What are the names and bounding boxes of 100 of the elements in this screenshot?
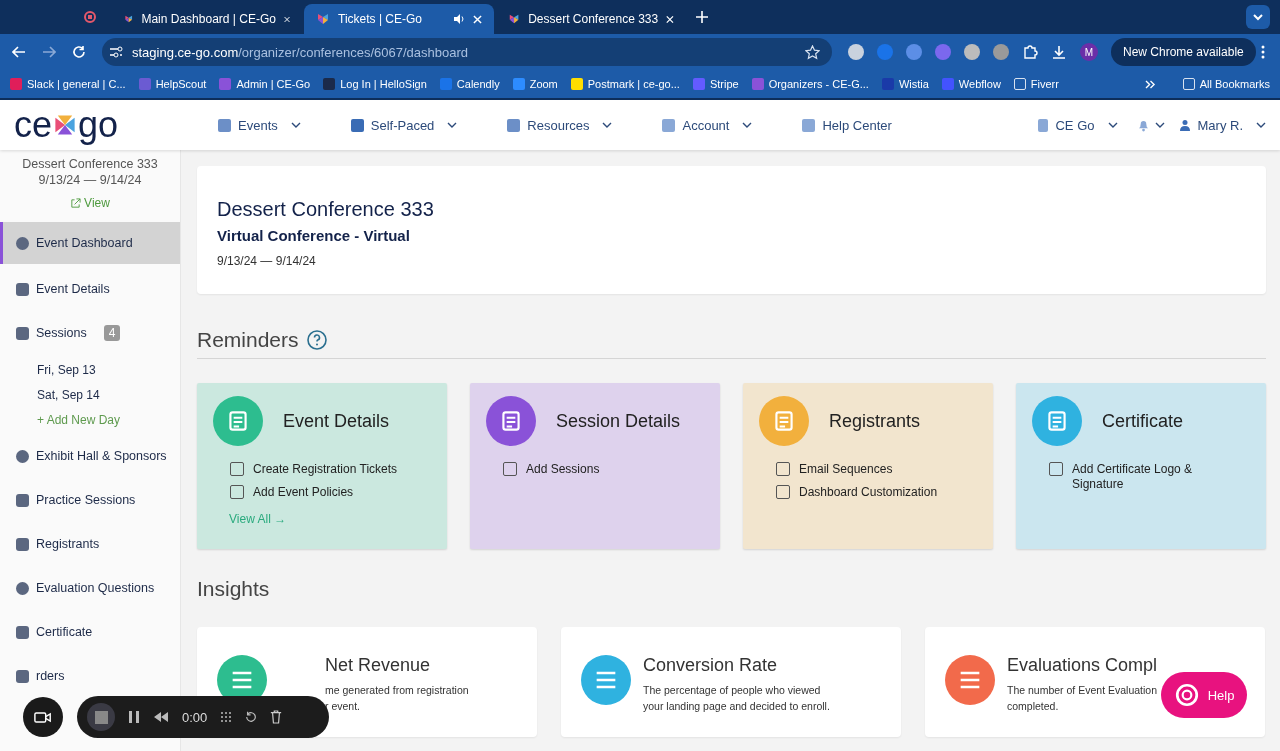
bookmark-link[interactable]: Calendly	[439, 78, 500, 90]
chevron-down-icon[interactable]	[1256, 122, 1266, 128]
browser-tab[interactable]: Dessert Conference 333	[496, 4, 686, 34]
event-heading: Dessert Conference 333	[217, 198, 435, 221]
bookmark-link[interactable]: Admin | CE-Go	[219, 78, 311, 90]
extension-icon[interactable]	[964, 44, 980, 60]
bookmark-link[interactable]: Zoom	[512, 78, 558, 90]
task-label: Add Certificate Logo & Signature	[1072, 462, 1194, 492]
section-heading: Insights	[197, 577, 270, 601]
external-link-icon	[70, 197, 82, 209]
checkbox[interactable]	[230, 485, 244, 499]
sidebar-item[interactable]: Event Details	[0, 270, 114, 308]
insight-title: Net Revenue	[325, 655, 432, 676]
chevron-down-icon[interactable]	[447, 122, 458, 128]
square-icon	[802, 118, 816, 132]
sidebar-subitem[interactable]: Fri, Sep 13	[0, 358, 96, 383]
help-button[interactable]: Help	[1161, 672, 1247, 718]
back-icon[interactable]	[12, 45, 26, 59]
sidebar-item[interactable]: Exhibit Hall & Sponsors	[0, 437, 171, 475]
insight-icon	[945, 655, 995, 705]
sidebar-subitem[interactable]: Sat, Sep 14	[0, 383, 100, 408]
sidebar-item[interactable]: Certificate	[0, 613, 97, 651]
nav-menu[interactable]: Account	[662, 117, 753, 133]
chevron-down-icon[interactable]	[602, 122, 613, 128]
forward-icon[interactable]	[42, 45, 56, 59]
site-settings-icon[interactable]	[108, 44, 124, 60]
rewind-icon[interactable]	[153, 711, 169, 723]
user-menu[interactable]: Mary R.	[1178, 117, 1266, 133]
chevron-down-icon[interactable]	[290, 122, 301, 128]
task-label: Add Event Policies	[253, 485, 354, 500]
nav-menu[interactable]: Self-Paced	[350, 117, 458, 133]
more-icon[interactable]	[1260, 45, 1265, 59]
sidebar-item[interactable]: Event Dashboard	[0, 222, 180, 264]
stop-button[interactable]	[87, 703, 115, 731]
nav-menu[interactable]: Events	[218, 117, 301, 133]
bookmark-link[interactable]: Slack | general | C...	[10, 78, 126, 90]
checkbox[interactable]	[230, 462, 244, 476]
chevron-down-icon[interactable]	[1107, 122, 1118, 128]
browser-tab[interactable]: Tickets | CE-Go	[304, 4, 494, 34]
checkbox[interactable]	[1049, 462, 1063, 476]
bookmark-link[interactable]: Log In | HelloSign	[323, 78, 427, 90]
insight-title: Evaluations Compl	[1007, 655, 1158, 676]
chevron-down-icon[interactable]	[1154, 122, 1165, 128]
bookmark-star-icon[interactable]	[805, 44, 820, 60]
puzzle-icon[interactable]	[1022, 44, 1038, 60]
close-icon[interactable]	[666, 14, 674, 24]
bookmark-link[interactable]: Stripe	[692, 78, 739, 90]
sidebar-item[interactable]: Registrants	[0, 525, 104, 563]
sidebar-item[interactable]: rders	[0, 657, 69, 695]
update-button[interactable]: New Chrome available	[1111, 38, 1256, 66]
sidebar-item[interactable]: Practice Sessions	[0, 481, 140, 519]
logo[interactable]: ce go	[14, 104, 204, 146]
checkbox[interactable]	[776, 485, 790, 499]
count-badge: 4	[103, 325, 121, 341]
bookmark-link[interactable]: Webflow	[941, 78, 1001, 90]
help-icon[interactable]	[306, 330, 327, 350]
nav-menu[interactable]: Help Center	[802, 117, 892, 133]
app-favicon-icon	[508, 12, 521, 26]
menu-item-icon	[16, 537, 29, 551]
address-bar[interactable]: staging.ce-go.com/organizer/conferences/6067/dashboard	[102, 38, 832, 66]
bookmark-link[interactable]: Wistia	[881, 78, 929, 90]
site-icon	[941, 78, 954, 90]
speaker-icon[interactable]	[453, 13, 465, 25]
menu-item-icon	[16, 669, 29, 683]
new-tab-icon[interactable]	[696, 11, 708, 23]
bookmark-link[interactable]: Organizers - CE-G...	[751, 78, 869, 90]
nav-menu[interactable]: Resources	[507, 117, 613, 133]
download-icon[interactable]	[1051, 44, 1067, 60]
bookmark-link[interactable]: Postmark | ce-go...	[570, 78, 680, 90]
card-title: Session Details	[556, 410, 681, 432]
undo-icon[interactable]	[245, 710, 258, 724]
sidebar-item[interactable]: Sessions 4	[0, 314, 125, 352]
trash-icon[interactable]	[270, 710, 283, 724]
organization-menu[interactable]: CE Go	[1038, 117, 1118, 133]
task-label: Create Registration Tickets	[253, 462, 398, 477]
bookmark-link[interactable]: All Bookmarks	[1182, 78, 1270, 90]
checkbox[interactable]	[776, 462, 790, 476]
profile-avatar[interactable]: M	[1080, 43, 1098, 61]
more-bookmarks-icon[interactable]	[1144, 79, 1156, 89]
square-icon	[507, 118, 521, 132]
chevron-down-icon[interactable]	[742, 122, 753, 128]
square-icon	[350, 118, 364, 132]
site-icon	[570, 78, 583, 90]
timer-text: 0:00	[182, 709, 208, 725]
close-icon[interactable]	[283, 14, 290, 24]
browser-tab[interactable]: Main Dashboard | CE-Go	[112, 4, 302, 34]
bookmark-link[interactable]: Fiverr	[1013, 78, 1059, 90]
chevron-down-icon[interactable]	[1246, 5, 1270, 29]
event-title: Dessert Conference 333	[22, 156, 158, 172]
folder-icon	[1013, 78, 1026, 90]
close-icon[interactable]	[473, 14, 482, 24]
sidebar-item[interactable]: Evaluation Questions	[0, 569, 159, 607]
bookmark-link[interactable]: HelpScout	[138, 78, 207, 90]
extension-icon[interactable]	[848, 44, 864, 60]
record-icon[interactable]	[84, 11, 96, 23]
reload-icon[interactable]	[72, 45, 86, 59]
insight-title: Conversion Rate	[643, 655, 779, 676]
checkbox[interactable]	[503, 462, 517, 476]
pause-icon[interactable]	[128, 710, 140, 724]
grid-icon[interactable]	[220, 710, 233, 724]
